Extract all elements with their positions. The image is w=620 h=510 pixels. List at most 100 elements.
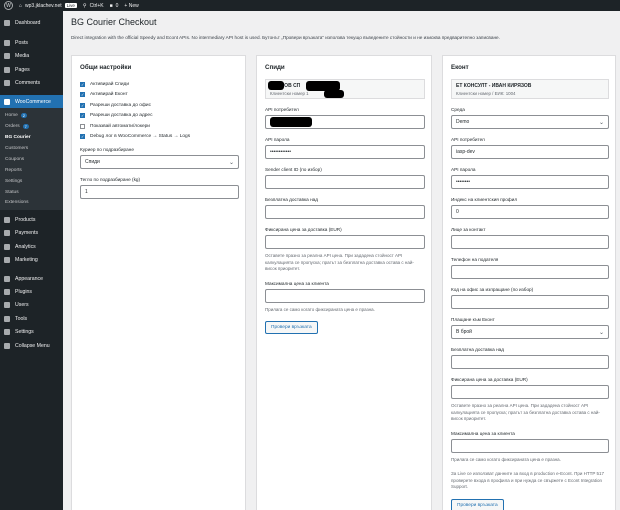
default-weight-input[interactable]: 1 xyxy=(80,185,239,199)
checkbox-row[interactable]: ✓ Активирай Спиди xyxy=(80,79,239,90)
menu-analytics[interactable]: Analytics xyxy=(0,240,63,253)
speedy-sender-id-input[interactable] xyxy=(265,175,425,189)
new-content-link[interactable]: + New xyxy=(124,3,138,9)
econt-contact-input[interactable] xyxy=(451,235,609,249)
plugin-icon xyxy=(4,289,10,295)
menu-collapse-menu[interactable]: Collapse Menu xyxy=(0,339,63,352)
checkbox-checked-icon[interactable]: ✓ xyxy=(80,81,85,87)
econt-api-password-value: •••••••• xyxy=(456,179,471,185)
default-courier-select[interactable]: Спиди ⌄ xyxy=(80,155,239,169)
econt-api-user-input[interactable]: iasp-dev xyxy=(451,145,609,159)
wordpress-logo-icon[interactable]: W xyxy=(4,1,13,10)
checkbox-checked-icon[interactable]: ✓ xyxy=(80,102,85,108)
general-settings-title: Общи настройки xyxy=(80,64,132,71)
submenu-orders[interactable]: Orders 7 xyxy=(0,121,63,132)
menu-products[interactable]: Products xyxy=(0,213,63,226)
menu-plugins[interactable]: Plugins xyxy=(0,285,63,298)
menu-label: Payments xyxy=(15,230,39,237)
submenu-extensions[interactable]: Extensions xyxy=(0,197,63,208)
checkbox-checked-icon[interactable]: ✓ xyxy=(80,113,85,119)
submenu-home[interactable]: Home 2 xyxy=(0,110,63,121)
checkbox-row[interactable]: ✓ Debug лог в WooCommerce → Status → Logs xyxy=(80,132,239,143)
speedy-account-info: ИВАНОВ СП Клиентски номер 1 xyxy=(265,79,425,99)
comments-link[interactable]: ■ 0 xyxy=(110,3,119,9)
econt-account-info: ЕТ КОНСУЛТ - ИВАН КИРЯЗОВ Клиентски номе… xyxy=(451,79,609,99)
econt-max-price-input[interactable] xyxy=(451,438,609,453)
submenu-bg-courier[interactable]: BG Courier xyxy=(0,132,63,143)
submenu-customers[interactable]: Customers xyxy=(0,143,63,154)
speedy-fixed-price-input[interactable] xyxy=(265,235,425,249)
econt-card: Еконт ЕТ КОНСУЛТ - ИВАН КИРЯЗОВ Клиентск… xyxy=(442,55,616,510)
submenu-label: Customers xyxy=(5,145,29,151)
speedy-max-price-input[interactable] xyxy=(265,288,425,303)
menu-media[interactable]: Media xyxy=(0,50,63,63)
shortcut-label: Ctrl+K xyxy=(89,2,104,9)
comment-icon: ■ xyxy=(109,2,113,9)
speedy-api-user-input[interactable] xyxy=(265,115,425,129)
menu-pages[interactable]: Pages xyxy=(0,63,63,76)
checkbox-checked-icon[interactable]: ✓ xyxy=(80,134,85,140)
econt-title: Еконт xyxy=(451,64,469,71)
econt-api-user-label: API потребител xyxy=(451,137,485,142)
econt-api-password-input[interactable]: •••••••• xyxy=(451,175,609,189)
speedy-free-shipping-input[interactable] xyxy=(265,205,425,219)
speedy-test-connection-button[interactable]: Провери връзката xyxy=(265,321,318,334)
econt-api-password-label: API парола xyxy=(451,167,476,172)
econt-client-profile-input[interactable]: 0 xyxy=(451,205,609,219)
menu-payments[interactable]: Payments xyxy=(0,227,63,240)
econt-office-code-input[interactable] xyxy=(451,295,609,309)
menu-dashboard[interactable]: Dashboard xyxy=(0,16,63,29)
menu-appearance[interactable]: Appearance xyxy=(0,272,63,285)
menu-settings[interactable]: Settings xyxy=(0,325,63,338)
chevron-down-icon: ⌄ xyxy=(228,159,234,166)
checkbox-row[interactable]: ✓ Активирай Еконт xyxy=(80,90,239,101)
command-palette-button[interactable]: ⚲ Ctrl+K xyxy=(83,3,104,9)
speedy-sender-id-label: Sender client ID (по избор) xyxy=(265,167,322,172)
econt-payment-select[interactable]: В брой ⌄ xyxy=(451,325,609,339)
menu-tools[interactable]: Tools xyxy=(0,312,63,325)
econt-payment-value: В брой xyxy=(456,329,472,335)
checkbox-checked-icon[interactable]: ✓ xyxy=(80,92,85,98)
admin-sidebar: Dashboard Posts Media Pages Comments WooCom… xyxy=(0,11,63,510)
menu-comments[interactable]: Comments xyxy=(0,77,63,90)
econt-fixed-price-input[interactable] xyxy=(451,385,609,399)
submenu-label: Settings xyxy=(5,178,23,184)
checkbox-label: Разреши доставка до офис xyxy=(90,102,151,108)
submenu-coupons[interactable]: Coupons xyxy=(0,154,63,165)
checkbox-row[interactable]: ✓ Разреши доставка до адрес xyxy=(80,111,239,122)
menu-posts[interactable]: Posts xyxy=(0,36,63,49)
econt-test-connection-button[interactable]: Провери връзката xyxy=(451,498,504,510)
search-icon: ⚲ xyxy=(82,2,87,9)
econt-free-shipping-label: Безплатна доставка над xyxy=(451,347,505,352)
checkbox-row[interactable]: Показвай автомати/локери xyxy=(80,121,239,132)
users-icon xyxy=(4,302,10,309)
redaction-mark xyxy=(324,90,344,98)
payment-icon xyxy=(4,230,10,237)
site-name-link[interactable]: ⌂ wp3.jklachev.net Live xyxy=(19,3,77,9)
menu-label: Tools xyxy=(15,315,28,322)
live-badge: Live xyxy=(64,3,77,8)
menu-woocommerce[interactable]: WooCommerce xyxy=(0,94,63,109)
menu-users[interactable]: Users xyxy=(0,299,63,312)
econt-api-user-value: iasp-dev xyxy=(456,149,475,155)
econt-free-shipping-input[interactable] xyxy=(451,355,609,369)
comment-icon xyxy=(4,80,10,87)
econt-environment-select[interactable]: Demo ⌄ xyxy=(451,115,609,129)
settings-icon xyxy=(4,329,10,336)
econt-phone-input[interactable] xyxy=(451,265,609,279)
menu-label: Products xyxy=(15,217,36,224)
dashboard-icon xyxy=(4,19,10,26)
speedy-api-password-input[interactable]: •••••••••••• xyxy=(265,145,425,159)
submenu-status[interactable]: Status xyxy=(0,187,63,198)
checkbox-unchecked-icon[interactable] xyxy=(80,123,85,129)
checkbox-row[interactable]: ✓ Разреши доставка до офис xyxy=(80,100,239,111)
menu-label: Marketing xyxy=(15,257,38,264)
default-weight-label: Тегло по подразбиране (kg) xyxy=(80,177,141,182)
submenu-label: BG Courier xyxy=(5,135,31,141)
submenu-settings[interactable]: Settings xyxy=(0,176,63,187)
submenu-reports[interactable]: Reports xyxy=(0,165,63,176)
speedy-max-price-help: Прилага се само когато фиксираната цена … xyxy=(265,306,375,312)
econt-office-code-label: Код на офис за изпращане (по избор) xyxy=(451,287,534,292)
menu-marketing[interactable]: Marketing xyxy=(0,254,63,267)
menu-label: Dashboard xyxy=(15,19,41,26)
